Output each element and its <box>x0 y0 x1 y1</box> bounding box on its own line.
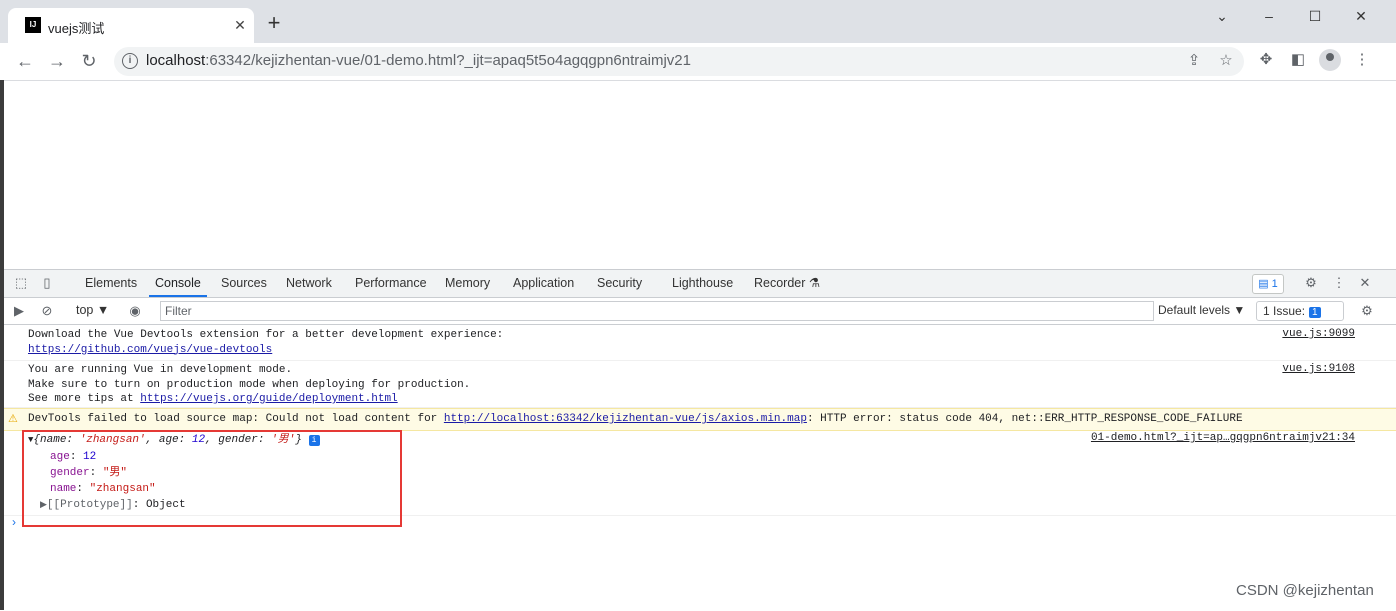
message-source-link[interactable]: vue.js:9099 <box>1282 328 1355 340</box>
share-icon[interactable]: ⇪ <box>1184 51 1204 71</box>
site-info-icon[interactable]: i <box>122 53 138 69</box>
clear-console-icon[interactable]: ⊘ <box>38 302 56 320</box>
bookmark-star-icon[interactable]: ☆ <box>1216 51 1236 71</box>
device-toolbar-icon[interactable]: ▯ <box>38 274 56 292</box>
console-prompt-icon[interactable]: › <box>12 515 16 529</box>
source-map-link[interactable]: http://localhost:63342/kejizhentan-vue/j… <box>444 413 807 425</box>
address-bar[interactable]: i localhost:63342/kejizhentan-vue/01-dem… <box>114 47 1244 76</box>
filter-input[interactable]: Filter <box>160 301 1154 321</box>
extensions-icon[interactable]: ✥ <box>1256 50 1276 70</box>
tab-application[interactable]: Application <box>513 270 574 297</box>
warning-text: DevTools failed to load source map: Coul… <box>28 413 1243 425</box>
tab-title: vuejs测试 <box>48 21 105 36</box>
side-panel-icon[interactable]: ◧ <box>1288 50 1308 70</box>
warning-icon: ⚠ <box>8 414 18 426</box>
settings-gear-icon[interactable]: ⚙ <box>1302 274 1320 292</box>
deployment-link[interactable]: https://vuejs.org/guide/deployment.html <box>140 393 397 405</box>
browser-toolbar: ← → ↻ i localhost:63342/kejizhentan-vue/… <box>0 43 1396 81</box>
intellij-favicon-icon: IJ <box>25 17 41 33</box>
show-sidebar-icon[interactable]: ▶ <box>10 302 28 320</box>
issues-button[interactable]: 1 Issue: 1 <box>1256 301 1344 321</box>
profile-avatar-icon[interactable] <box>1319 49 1341 71</box>
tab-memory[interactable]: Memory <box>445 270 490 297</box>
inspect-element-icon[interactable]: ⬚ <box>12 274 30 292</box>
tab-recorder[interactable]: Recorder ⚗ <box>754 270 820 297</box>
tab-lighthouse[interactable]: Lighthouse <box>672 270 733 297</box>
close-devtools-icon[interactable]: ✕ <box>1356 274 1374 292</box>
back-icon[interactable]: ← <box>12 48 38 74</box>
tab-close-icon[interactable]: ✕ <box>230 15 250 35</box>
browser-tab[interactable]: IJ vuejs测试 ✕ <box>8 8 254 43</box>
object-source-link[interactable]: 01-demo.html?_ijt=ap…gqgpn6ntraimjv21:34 <box>1091 432 1355 444</box>
issues-badge[interactable]: ▤ 1 <box>1252 274 1284 294</box>
tab-performance[interactable]: Performance <box>355 270 427 297</box>
console-message: You are running Vue in development mode.… <box>4 361 1396 408</box>
tab-search-icon[interactable]: ⌄ <box>1205 5 1239 27</box>
console-message: Download the Vue Devtools extension for … <box>4 327 1396 361</box>
context-selector[interactable]: top ▼ <box>76 303 109 317</box>
console-toolbar: ▶ ⊘ top ▼ ◉ Filter Default levels ▼ 1 Is… <box>4 298 1396 325</box>
tab-network[interactable]: Network <box>286 270 332 297</box>
message-text: You are running Vue in development mode.… <box>28 364 471 405</box>
url-text[interactable]: localhost:63342/kejizhentan-vue/01-demo.… <box>146 52 691 69</box>
devtools-menu-icon[interactable]: ⋮ <box>1330 274 1348 292</box>
new-tab-button[interactable]: + <box>262 12 286 36</box>
maximize-icon[interactable]: ☐ <box>1298 5 1332 27</box>
menu-kebab-icon[interactable]: ⋮ <box>1352 50 1372 70</box>
message-text: Download the Vue Devtools extension for … <box>28 329 504 356</box>
title-bar: IJ vuejs测试 ✕ + ⌄ – ☐ ✕ <box>0 0 1396 43</box>
devtools-link[interactable]: https://github.com/vuejs/vue-devtools <box>28 344 272 356</box>
minimize-icon[interactable]: – <box>1252 5 1286 27</box>
devtools-panel: ⬚ ▯ Elements Console Sources Network Per… <box>4 269 1396 611</box>
console-settings-gear-icon[interactable]: ⚙ <box>1358 302 1376 320</box>
close-window-icon[interactable]: ✕ <box>1344 5 1378 27</box>
forward-icon[interactable]: → <box>44 48 70 74</box>
message-source-link[interactable]: vue.js:9108 <box>1282 363 1355 375</box>
live-expression-eye-icon[interactable]: ◉ <box>126 302 144 320</box>
flask-icon: ⚗ <box>808 276 821 290</box>
reload-icon[interactable]: ↻ <box>76 48 102 74</box>
watermark: CSDN @kejizhentan <box>1236 582 1374 599</box>
devtools-tab-bar: ⬚ ▯ Elements Console Sources Network Per… <box>4 270 1396 298</box>
tab-security[interactable]: Security <box>597 270 642 297</box>
highlight-box <box>22 430 402 527</box>
tab-elements[interactable]: Elements <box>85 270 137 297</box>
tab-console[interactable]: Console <box>149 270 207 297</box>
console-warning: ⚠ DevTools failed to load source map: Co… <box>4 408 1396 431</box>
tab-sources[interactable]: Sources <box>221 270 267 297</box>
log-levels-dropdown[interactable]: Default levels ▼ <box>1158 303 1245 317</box>
